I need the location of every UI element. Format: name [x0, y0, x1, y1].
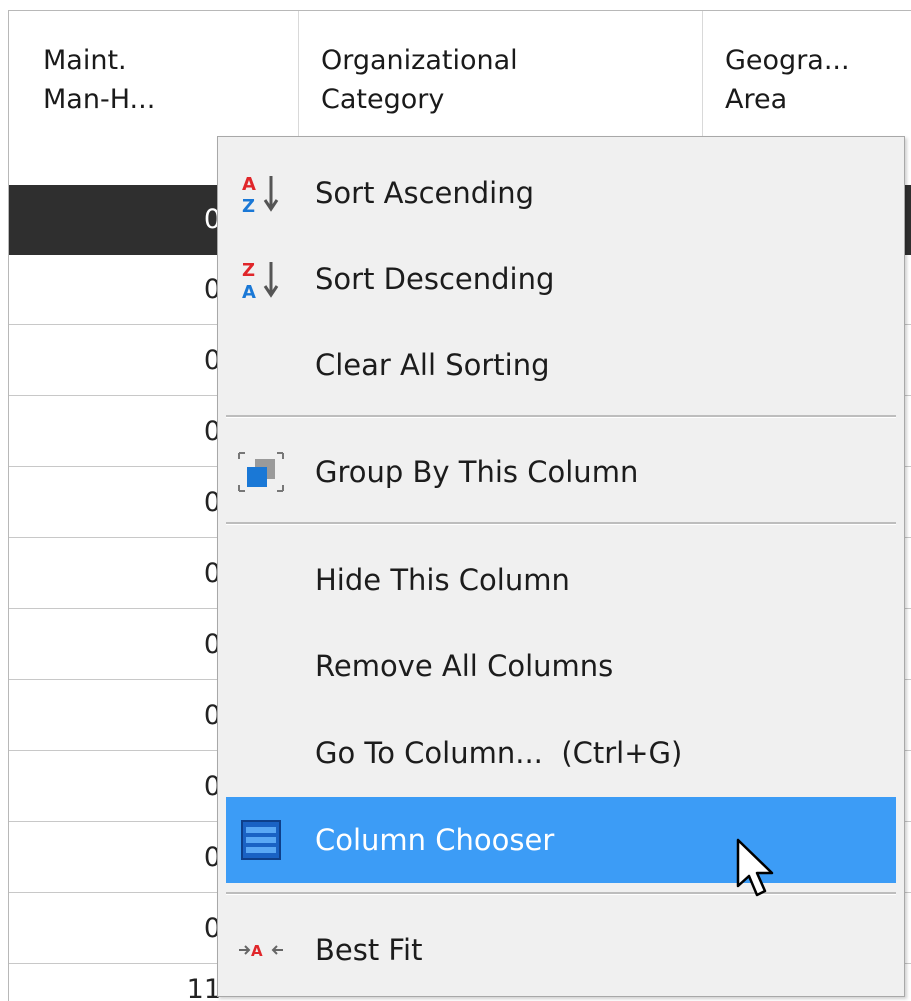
menu-item-sort-descending[interactable]: Z A Sort Descending: [226, 236, 896, 322]
cell-value: 11: [186, 974, 221, 1001]
menu-item-best-fit[interactable]: A Best Fit: [226, 907, 896, 993]
best-fit-icon: A: [226, 915, 296, 985]
svg-text:A: A: [251, 942, 263, 960]
menu-item-label: Go To Column... (Ctrl+G): [315, 736, 683, 770]
menu-item-remove-all-columns[interactable]: Remove All Columns: [226, 623, 896, 709]
menu-item-label: Clear All Sorting: [315, 348, 550, 382]
svg-text:Z: Z: [242, 196, 255, 215]
sort-descending-icon: Z A: [226, 244, 296, 314]
menu-item-column-chooser[interactable]: Column Chooser: [226, 797, 896, 883]
svg-text:A: A: [242, 282, 256, 301]
column-header-maint-man-hours[interactable]: Maint. Man-H...: [9, 11, 299, 136]
menu-item-group-by-column[interactable]: Group By This Column: [226, 429, 896, 515]
column-context-menu: A Z Sort Ascending Z A Sort Descending C…: [217, 136, 905, 997]
column-header-line: Area: [725, 84, 788, 115]
blank-icon: [226, 545, 296, 615]
menu-item-label: Hide This Column: [315, 563, 570, 597]
menu-item-clear-all-sorting[interactable]: Clear All Sorting: [226, 322, 896, 408]
menu-item-label: Remove All Columns: [315, 649, 614, 683]
svg-text:Z: Z: [242, 260, 255, 281]
blank-icon: [226, 631, 296, 701]
blank-icon: [226, 718, 296, 788]
menu-item-hide-column[interactable]: Hide This Column: [226, 537, 896, 623]
column-header-line: Geogra...: [725, 45, 850, 76]
column-header-line: Organizational: [321, 45, 518, 76]
menu-separator: [226, 415, 896, 418]
column-header-line: Maint.: [43, 45, 127, 76]
column-header-line: Category: [321, 84, 445, 115]
column-chooser-icon: [226, 805, 296, 875]
menu-item-label: Best Fit: [315, 933, 423, 967]
menu-separator: [226, 522, 896, 525]
column-header-geographic-area[interactable]: Geogra... Area: [703, 11, 911, 136]
menu-item-label: Column Chooser: [315, 823, 555, 857]
menu-item-sort-ascending[interactable]: A Z Sort Ascending: [226, 150, 896, 236]
mouse-pointer-icon: [736, 838, 776, 900]
sort-ascending-icon: A Z: [226, 158, 296, 228]
column-header-organizational-category[interactable]: Organizational Category: [299, 11, 703, 136]
svg-text:A: A: [242, 174, 256, 195]
column-header-line: Man-H...: [43, 84, 156, 115]
group-by-icon: [226, 437, 296, 507]
menu-item-label: Sort Descending: [315, 262, 555, 296]
menu-item-go-to-column[interactable]: Go To Column... (Ctrl+G): [226, 710, 896, 796]
menu-separator: [226, 892, 896, 895]
menu-item-label: Group By This Column: [315, 455, 639, 489]
blank-icon: [226, 330, 296, 400]
menu-item-label: Sort Ascending: [315, 176, 535, 210]
